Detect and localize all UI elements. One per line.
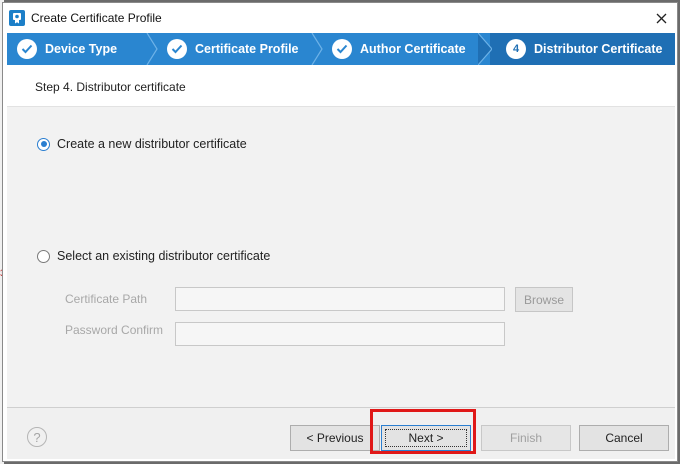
window-title: Create Certificate Profile xyxy=(31,11,162,25)
step-label: Device Type xyxy=(45,42,118,56)
certificate-path-field[interactable] xyxy=(175,287,505,311)
step-certificate-profile: Certificate Profile xyxy=(157,33,323,65)
step-number-badge: 4 xyxy=(506,39,526,59)
cancel-button[interactable]: Cancel xyxy=(579,425,669,451)
step-label: Distributor Certificate xyxy=(534,42,663,56)
previous-button[interactable]: < Previous xyxy=(290,425,380,451)
password-confirm-field[interactable] xyxy=(175,322,505,346)
certificate-app-icon xyxy=(9,10,25,26)
create-certificate-profile-dialog: Create Certificate Profile Device Type C… xyxy=(2,2,678,462)
next-button[interactable]: Next > xyxy=(381,425,471,451)
password-confirm-label: Password Confirm xyxy=(65,323,164,337)
create-new-certificate-option[interactable]: Create a new distributor certificate xyxy=(37,137,247,151)
create-new-radio[interactable] xyxy=(37,137,50,151)
select-existing-label: Select an existing distributor certifica… xyxy=(57,249,271,263)
check-icon xyxy=(17,39,37,59)
title-bar: Create Certificate Profile xyxy=(3,3,677,33)
select-existing-certificate-option[interactable]: Select an existing distributor certifica… xyxy=(37,249,270,263)
close-icon xyxy=(656,13,666,23)
finish-button: Finish xyxy=(481,425,571,451)
dialog-footer: ? < Previous Next > Finish Cancel xyxy=(7,407,675,459)
step-author-certificate: Author Certificate xyxy=(322,33,492,65)
browse-button[interactable]: Browse xyxy=(515,287,573,312)
select-existing-radio[interactable] xyxy=(37,249,50,263)
step-heading: Step 4. Distributor certificate xyxy=(7,65,675,107)
step-separator-chevron xyxy=(146,33,158,65)
step-label: Author Certificate xyxy=(360,42,466,56)
create-new-label: Create a new distributor certificate xyxy=(57,137,247,151)
step-heading-text: Step 4. Distributor certificate xyxy=(35,80,186,94)
check-icon xyxy=(167,39,187,59)
wizard-content: Create a new distributor certificate Sel… xyxy=(7,107,675,407)
help-icon[interactable]: ? xyxy=(27,427,47,447)
wizard-step-bar: Device Type Certificate Profile Author C… xyxy=(7,33,675,65)
step-label: Certificate Profile xyxy=(195,42,299,56)
step-separator-chevron xyxy=(311,33,323,65)
step-separator-chevron xyxy=(478,33,492,65)
step-distributor-certificate: 4 Distributor Certificate xyxy=(490,33,675,65)
check-icon xyxy=(332,39,352,59)
certificate-path-label: Certificate Path xyxy=(65,292,148,306)
close-button[interactable] xyxy=(651,8,671,28)
step-device-type: Device Type xyxy=(7,33,158,65)
